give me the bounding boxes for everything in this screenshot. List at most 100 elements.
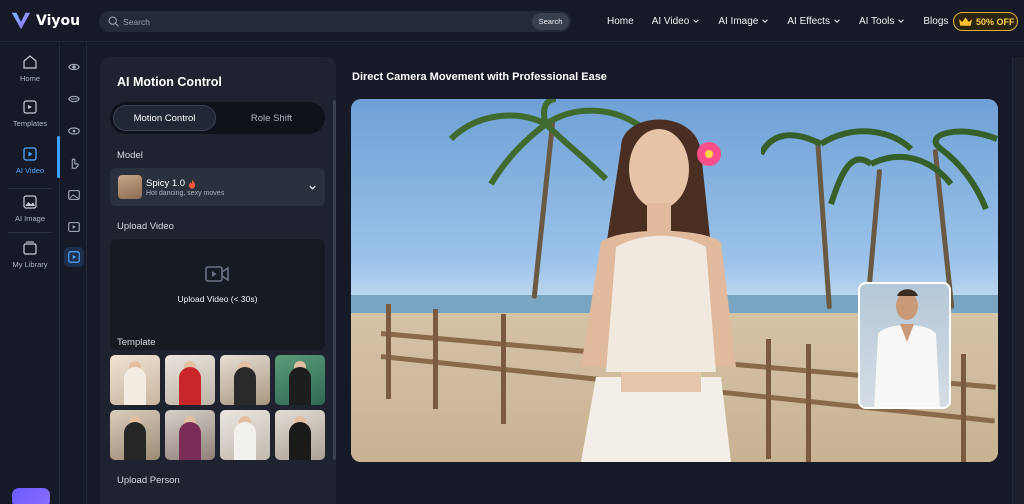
template-figure [234, 422, 256, 460]
template-thumbnail[interactable] [220, 355, 270, 405]
tool-subrail [61, 42, 87, 504]
template-thumbnail[interactable] [275, 355, 325, 405]
motion-control-panel: AI Motion Control Motion Control Role Sh… [100, 57, 336, 504]
tab-motion-control[interactable]: Motion Control [113, 105, 216, 131]
nav-ai-tools[interactable]: AI Tools [859, 16, 905, 27]
rail-divider [8, 232, 52, 233]
panel-title: AI Motion Control [117, 75, 222, 89]
template-label: Template [117, 337, 156, 348]
template-figure [289, 422, 311, 460]
right-panel-edge [1012, 57, 1024, 504]
nav-ai-tools-label: AI Tools [858, 15, 895, 27]
model-name-row: Spicy 1.0 [146, 178, 197, 189]
rail-item-ai-image[interactable]: AI Image [0, 194, 60, 223]
upload-video-label: Upload Video [117, 221, 174, 232]
eye-icon[interactable] [67, 124, 81, 138]
reference-person-thumbnail[interactable] [858, 282, 951, 409]
nav-ai-video[interactable]: AI Video [652, 16, 701, 27]
fence-post [433, 309, 438, 409]
promo-badge[interactable]: 50% OFF [953, 12, 1018, 31]
top-header: Viyou Search Home AI Video AI Image AI E… [0, 0, 1024, 42]
template-figure [124, 367, 146, 405]
rail-active-indicator [57, 136, 60, 178]
model-select[interactable]: Spicy 1.0 Hot dancing, sexy moves [110, 168, 325, 206]
search-icon [108, 16, 119, 27]
chevron-down-icon [693, 19, 700, 23]
tab-role-shift[interactable]: Role Shift [220, 105, 323, 131]
video-camera-icon [205, 266, 229, 282]
panel-scrollbar[interactable] [333, 100, 336, 460]
fence-post [386, 304, 391, 399]
nav-ai-video-label: AI Video [651, 15, 690, 27]
fence-post [806, 344, 811, 462]
library-icon [23, 241, 37, 255]
left-rail: Home Templates AI Video AI Image My Libr… [0, 42, 60, 504]
upload-person-label: Upload Person [117, 475, 180, 486]
photo-icon[interactable] [67, 188, 81, 202]
nav-blogs-label: Blogs [923, 15, 949, 27]
template-thumbnail[interactable] [165, 355, 215, 405]
face-swap-icon[interactable] [67, 60, 81, 74]
fire-icon [189, 179, 196, 188]
home-icon [23, 55, 37, 69]
fence-post [501, 314, 506, 424]
search-button[interactable]: Search [532, 13, 569, 30]
rail-bottom-button[interactable] [12, 488, 50, 504]
template-figure [179, 422, 201, 460]
template-figure [234, 367, 256, 405]
mode-toggle: Motion Control Role Shift [110, 102, 325, 134]
template-thumbnail[interactable] [165, 410, 215, 460]
brand-logo[interactable]: Viyou [10, 10, 80, 32]
model-label: Model [117, 150, 143, 161]
rail-item-my-library[interactable]: My Library [0, 240, 60, 269]
model-thumbnail [118, 175, 142, 199]
rail-label-templates: Templates [12, 119, 48, 128]
nav-ai-effects[interactable]: AI Effects [787, 16, 841, 27]
chevron-down-icon [762, 19, 769, 23]
template-thumbnail[interactable] [110, 355, 160, 405]
rail-item-ai-video[interactable]: AI Video [0, 146, 60, 175]
image-icon [23, 195, 37, 209]
fence-post [766, 339, 771, 459]
gesture-icon[interactable] [67, 156, 81, 170]
main-nav: Home AI Video AI Image AI Effects AI Too… [607, 0, 966, 42]
rail-item-templates[interactable]: Templates [0, 99, 60, 128]
nav-ai-image-label: AI Image [718, 15, 759, 27]
rail-label-ai-video: AI Video [15, 166, 45, 175]
chevron-down-icon [309, 185, 316, 190]
viyou-logo-icon [11, 12, 31, 30]
upload-video-hint: Upload Video (< 30s) [177, 294, 258, 304]
main-title: Direct Camera Movement with Professional… [352, 71, 607, 83]
rail-divider [8, 188, 52, 189]
rail-label-home: Home [19, 74, 40, 83]
nav-home[interactable]: Home [607, 16, 634, 27]
templates-icon [23, 100, 37, 114]
template-thumbnail[interactable] [220, 410, 270, 460]
reference-person-figure [874, 289, 940, 407]
search-input[interactable] [123, 13, 523, 30]
rail-item-home[interactable]: Home [0, 54, 60, 83]
brand-name: Viyou [36, 13, 81, 29]
lip-sync-icon[interactable] [67, 92, 81, 106]
model-name: Spicy 1.0 [146, 178, 186, 189]
template-thumbnail[interactable] [110, 410, 160, 460]
chevron-down-icon [834, 19, 840, 23]
nav-ai-image[interactable]: AI Image [718, 16, 769, 27]
rail-label-ai-image: AI Image [14, 214, 45, 223]
search-bar: Search [99, 11, 571, 32]
nav-blogs[interactable]: Blogs [923, 16, 948, 27]
template-figure [124, 422, 146, 460]
upload-video-dropzone[interactable]: Upload Video (< 30s) [110, 239, 325, 350]
rail-label-my-library: My Library [12, 260, 48, 269]
chevron-down-icon [898, 19, 905, 23]
motion-control-icon[interactable] [67, 250, 81, 264]
image-to-video-icon[interactable] [67, 220, 81, 234]
video-icon [23, 147, 37, 161]
preview-video[interactable] [351, 99, 998, 462]
palm-fronds [761, 128, 998, 211]
nav-home-label: Home [607, 15, 634, 27]
template-figure [179, 367, 201, 405]
template-thumbnail[interactable] [275, 410, 325, 460]
fence-post [961, 354, 966, 462]
model-description: Hot dancing, sexy moves [146, 190, 225, 197]
